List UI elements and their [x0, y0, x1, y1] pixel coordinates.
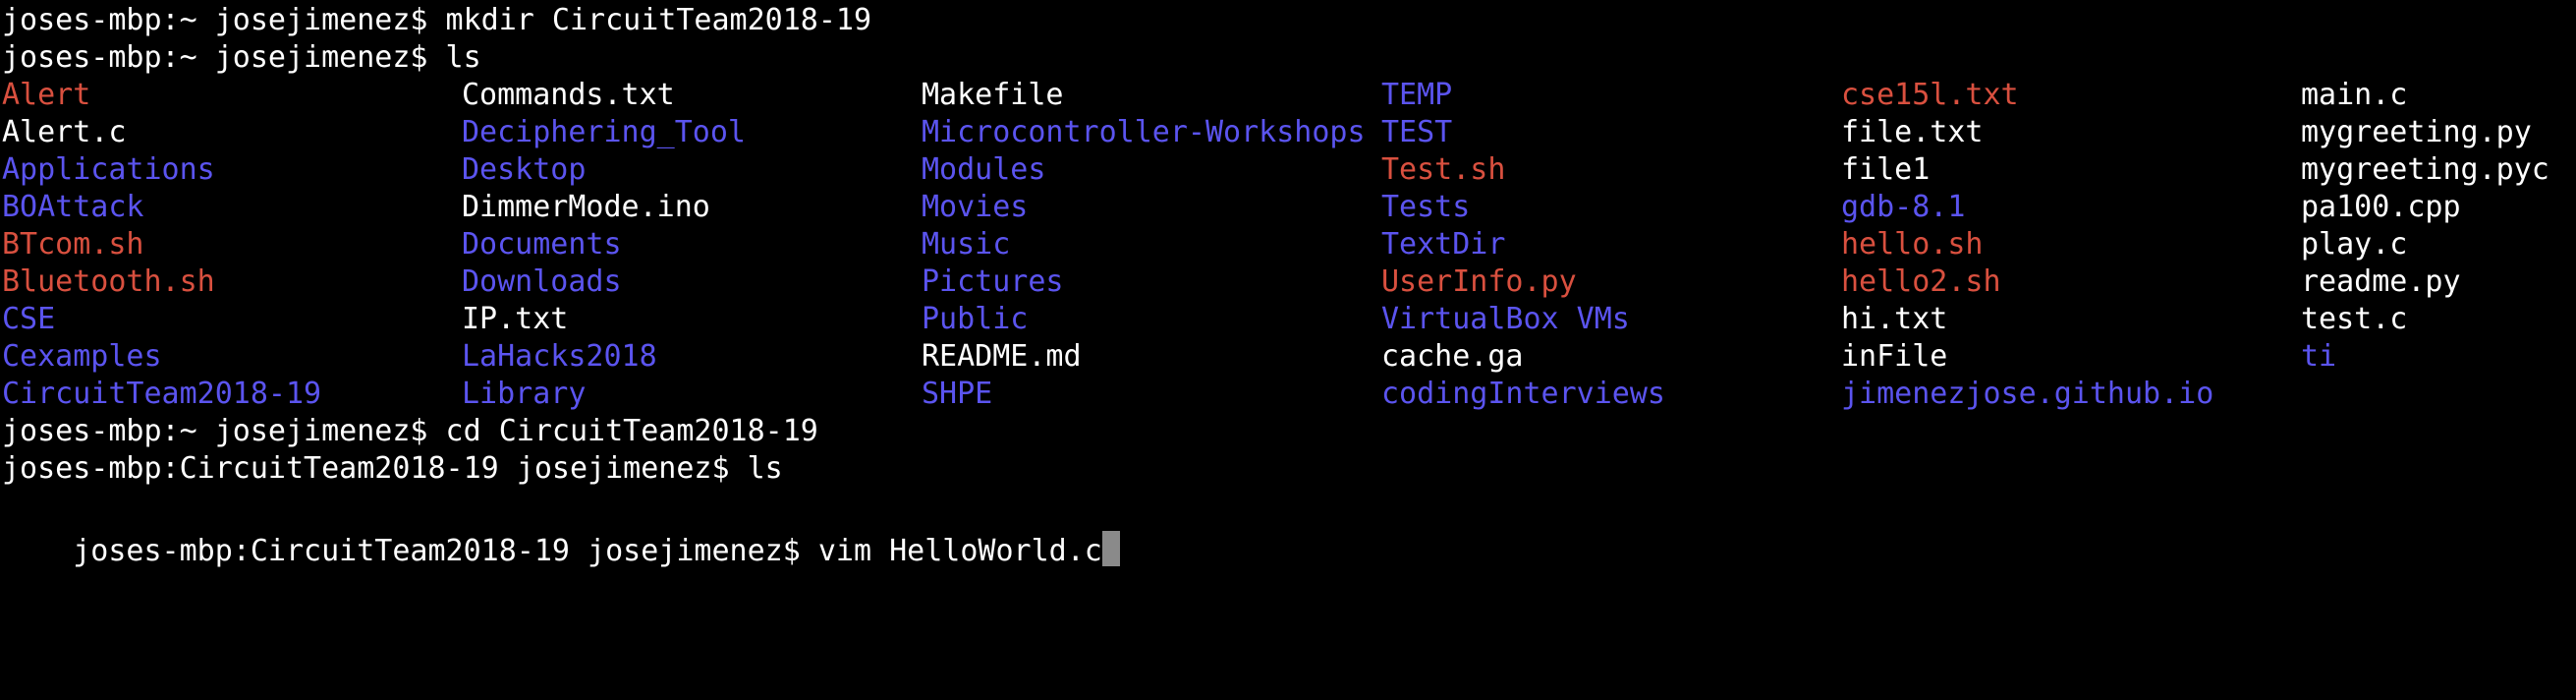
listing-entry: Downloads: [462, 264, 622, 299]
command-line-mkdir: joses-mbp:~ josejimenez$ mkdir CircuitTe…: [2, 3, 872, 37]
listing-entry: CircuitTeam2018-19: [2, 377, 322, 411]
listing-entry: IP.txt: [462, 302, 569, 336]
listing-entry: main.c: [2301, 78, 2408, 112]
listing-entry: play.c: [2301, 227, 2408, 262]
listing-entry: inFile: [1841, 339, 1948, 374]
listing-entry: Pictures: [922, 264, 1064, 299]
listing-entry: UserInfo.py: [1381, 264, 1577, 299]
listing-entry: Library: [462, 377, 587, 411]
command-line-vim[interactable]: joses-mbp:CircuitTeam2018-19 josejimenez…: [2, 488, 1120, 608]
listing-entry: TEST: [1381, 115, 1453, 149]
listing-entry: pa100.cpp: [2301, 190, 2461, 224]
listing-entry: cse15l.txt: [1841, 78, 2019, 112]
listing-entry: Alert: [2, 78, 91, 112]
listing-entry: jimenezjose.github.io: [1841, 377, 2214, 411]
listing-entry: mygreeting.py: [2301, 115, 2532, 149]
listing-entry: Applications: [2, 152, 215, 187]
listing-entry: test.c: [2301, 302, 2408, 336]
listing-entry: README.md: [922, 339, 1082, 374]
listing-entry: Tests: [1381, 190, 1471, 224]
command-line-ls: joses-mbp:~ josejimenez$ ls: [2, 40, 481, 75]
listing-entry: Bluetooth.sh: [2, 264, 215, 299]
listing-entry: Cexamples: [2, 339, 162, 374]
text-cursor: [1101, 531, 1120, 566]
listing-entry: CSE: [2, 302, 56, 336]
listing-entry: Alert.c: [2, 115, 127, 149]
listing-entry: DimmerMode.ino: [462, 190, 710, 224]
listing-entry: TEMP: [1381, 78, 1453, 112]
current-command-text: joses-mbp:CircuitTeam2018-19 josejimenez…: [73, 534, 1102, 568]
listing-entry: file1: [1841, 152, 1931, 187]
listing-entry: readme.py: [2301, 264, 2461, 299]
command-line-cd: joses-mbp:~ josejimenez$ cd CircuitTeam2…: [2, 414, 818, 448]
listing-entry: Music: [922, 227, 1011, 262]
listing-entry: hi.txt: [1841, 302, 1948, 336]
listing-entry: Commands.txt: [462, 78, 675, 112]
terminal-window[interactable]: joses-mbp:~ josejimenez$ mkdir CircuitTe…: [0, 0, 2576, 700]
listing-entry: cache.ga: [1381, 339, 1524, 374]
command-line-ls-2: joses-mbp:CircuitTeam2018-19 josejimenez…: [2, 451, 783, 486]
listing-entry: hello.sh: [1841, 227, 1984, 262]
listing-entry: SHPE: [922, 377, 993, 411]
listing-entry: LaHacks2018: [462, 339, 657, 374]
listing-entry: BOAttack: [2, 190, 144, 224]
listing-entry: file.txt: [1841, 115, 1984, 149]
listing-entry: ti: [2301, 339, 2337, 374]
listing-entry: gdb-8.1: [1841, 190, 1966, 224]
listing-entry: Deciphering_Tool: [462, 115, 746, 149]
listing-entry: Desktop: [462, 152, 587, 187]
listing-entry: TextDir: [1381, 227, 1506, 262]
listing-entry: Public: [922, 302, 1029, 336]
listing-entry: Microcontroller-Workshops: [922, 115, 1366, 149]
listing-entry: Documents: [462, 227, 622, 262]
listing-entry: VirtualBox VMs: [1381, 302, 1630, 336]
listing-entry: Movies: [922, 190, 1029, 224]
listing-entry: mygreeting.pyc: [2301, 152, 2549, 187]
listing-entry: codingInterviews: [1381, 377, 1665, 411]
listing-entry: Modules: [922, 152, 1046, 187]
listing-entry: Makefile: [922, 78, 1064, 112]
listing-entry: Test.sh: [1381, 152, 1506, 187]
listing-entry: hello2.sh: [1841, 264, 2001, 299]
listing-entry: BTcom.sh: [2, 227, 144, 262]
